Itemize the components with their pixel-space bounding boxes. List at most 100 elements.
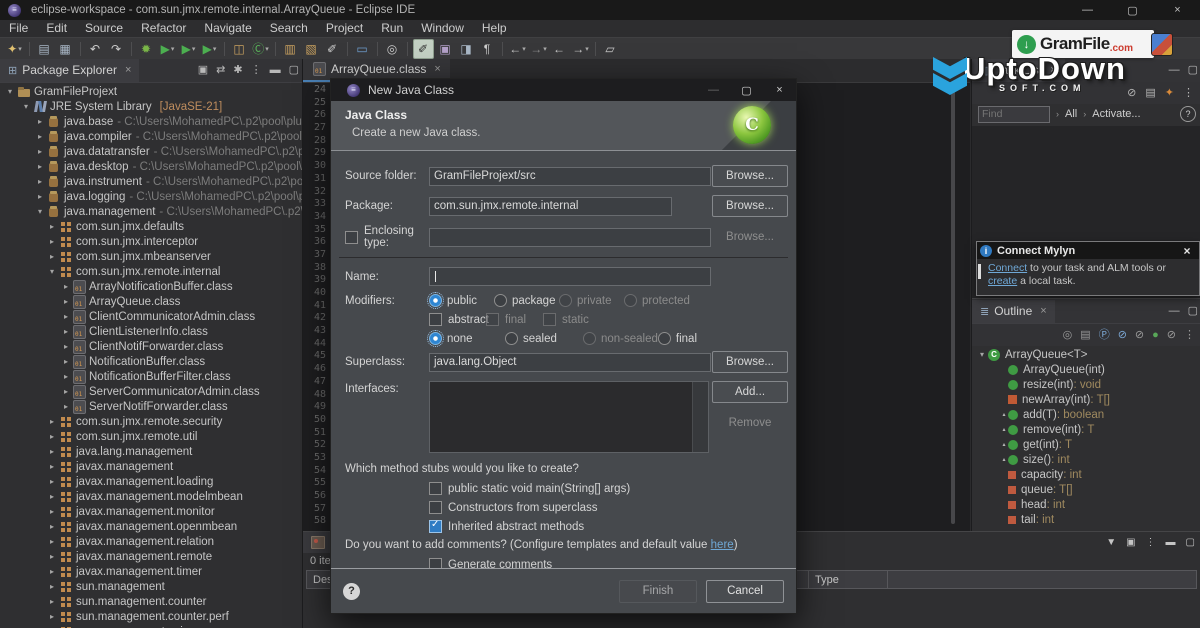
class-name-field[interactable] [429,267,711,286]
next-edit-icon[interactable]: →▾ [571,40,590,58]
expander-icon[interactable]: ▸ [46,447,58,456]
checkbox-icon[interactable] [429,520,442,533]
expander-icon[interactable]: ▸ [46,432,58,441]
format-brush-icon[interactable]: ✐ [323,40,342,58]
window-close-button[interactable]: × [1155,0,1200,20]
tree-item[interactable]: ▸ java.datatransfer - C:\Users\MohamedPC… [0,144,302,159]
source-folder-browse-button[interactable]: Browse... [712,165,788,187]
modifier-option[interactable]: sealed [505,332,583,345]
expander-icon[interactable]: ▸ [46,582,58,591]
toolbar-button[interactable] [224,42,225,56]
help-icon[interactable]: ? [1180,106,1196,122]
menu-help[interactable]: Help [473,20,516,37]
menu-search[interactable]: Search [261,20,317,37]
expander-icon[interactable]: ▸ [46,237,58,246]
new-wizard-icon[interactable]: ✦▾ [5,40,24,58]
expander-icon[interactable]: ▾ [20,102,32,111]
expander-icon[interactable]: ▸ [34,132,46,141]
toolbar-button[interactable] [29,42,30,56]
compare-icon[interactable]: ◨ [457,40,476,58]
tree-item[interactable]: ▸ ClientNotifForwarder.class [0,339,302,354]
focus-icon[interactable]: ✱ [233,65,242,76]
tree-item[interactable]: ▸ javax.management [0,459,302,474]
checkbox-icon[interactable] [543,313,556,326]
find-input[interactable] [978,106,1050,123]
toolbar-button[interactable] [275,42,276,56]
dialog-title-bar[interactable]: ≡ New Java Class — ▢ × [331,79,796,101]
connect-link[interactable]: Connect [988,262,1027,274]
open-task-icon[interactable]: ▣ [436,40,455,58]
expander-icon[interactable]: ▸ [34,147,46,156]
modifier-option[interactable]: private [559,294,624,307]
search-icon[interactable]: ◎ [383,40,402,58]
modifier-option[interactable]: final [486,313,543,326]
tree-item[interactable]: ▸ javax.management.remote [0,549,302,564]
last-edit-location-icon[interactable]: ▱ [601,40,620,58]
add-interface-button[interactable]: Add... [712,381,788,403]
editor-scrollbar[interactable] [951,86,955,524]
expander-icon[interactable]: ▸ [60,297,72,306]
enclosing-type-label[interactable]: Enclosing type: [345,225,429,249]
view-menu-icon[interactable]: ⋮ [1183,88,1194,99]
outline-member-item[interactable]: ▴ add(T) : boolean [972,407,1200,422]
expander-icon[interactable]: ▸ [46,252,58,261]
modifier-option[interactable]: package [494,294,559,307]
stub-option[interactable]: Constructors from superclass [429,501,788,514]
close-icon[interactable]: × [434,63,440,75]
tree-item[interactable]: ▸ javax.management.monitor [0,504,302,519]
window-maximize-button[interactable]: ▢ [1110,0,1155,20]
outline-member-item[interactable]: tail : int [972,512,1200,527]
expander-icon[interactable]: ▸ [46,417,58,426]
expander-icon[interactable]: ▸ [46,492,58,501]
expander-icon[interactable]: ▸ [46,567,58,576]
tab-outline[interactable]: ≣ Outline × [972,300,1055,323]
expander-icon[interactable]: ▸ [60,342,72,351]
new-java-class-icon[interactable]: Ⓒ▾ [251,40,270,58]
superclass-browse-button[interactable]: Browse... [712,351,788,373]
source-folder-field[interactable]: GramFileProjext/src [429,167,711,186]
radio-icon[interactable] [559,294,572,307]
toolbar-button[interactable] [131,42,132,56]
expander-icon[interactable]: ▸ [46,537,58,546]
hide-static-icon[interactable]: ⊘ [1135,330,1144,341]
close-icon[interactable]: × [125,64,131,76]
expander-icon[interactable]: ▸ [46,507,58,516]
redo-icon[interactable]: ↷ [107,40,126,58]
menu-refactor[interactable]: Refactor [132,20,195,37]
menu-file[interactable]: File [0,20,37,37]
tree-item[interactable]: ▾ GramFileProjext [0,84,302,99]
help-icon[interactable]: ? [343,583,360,600]
radio-icon[interactable] [505,332,518,345]
tree-item[interactable]: ▸ java.instrument - C:\Users\MohamedPC\.… [0,174,302,189]
view-menu-icon[interactable]: ⋮ [1146,538,1156,548]
new-task-icon[interactable]: ⊘ [1127,88,1136,99]
categorized-icon[interactable]: ✦ [1165,88,1174,99]
expander-icon[interactable]: ▸ [60,372,72,381]
toolbar-button[interactable] [407,42,408,56]
perspective-icon[interactable] [1151,33,1173,56]
tree-item[interactable]: ▸ ArrayNotificationBuffer.class [0,279,302,294]
checkbox-icon[interactable] [486,313,499,326]
collapse-all-icon[interactable]: ▤ [1145,88,1155,99]
expander-icon[interactable]: ▸ [34,192,46,201]
forward-icon[interactable]: →▾ [529,40,548,58]
expander-icon[interactable]: ▸ [34,117,46,126]
minimize-icon[interactable]: ▬ [270,65,281,76]
expander-icon[interactable]: ▸ [34,177,46,186]
tree-item[interactable]: ▸ NotificationBuffer.class [0,354,302,369]
focus-icon[interactable]: ◎ [1063,330,1073,341]
back-icon[interactable]: ←▾ [508,40,527,58]
expander-icon[interactable]: ▾ [46,267,58,276]
outline-member-item[interactable]: head : int [972,497,1200,512]
tree-item[interactable]: ▸ java.base - C:\Users\MohamedPC\.p2\poo… [0,114,302,129]
tree-item[interactable]: ▸ java.compiler - C:\Users\MohamedPC\.p2… [0,129,302,144]
radio-icon[interactable] [583,332,596,345]
menu-run[interactable]: Run [372,20,412,37]
save-icon[interactable]: ▤ [35,40,54,58]
expander-icon[interactable]: ▸ [46,552,58,561]
outline-member-item[interactable]: queue : T[] [972,482,1200,497]
here-link[interactable]: here [711,539,734,551]
checkbox-icon[interactable] [429,313,442,326]
tree-item[interactable]: ▸ com.sun.jmx.interceptor [0,234,302,249]
close-icon[interactable]: × [1050,64,1056,76]
